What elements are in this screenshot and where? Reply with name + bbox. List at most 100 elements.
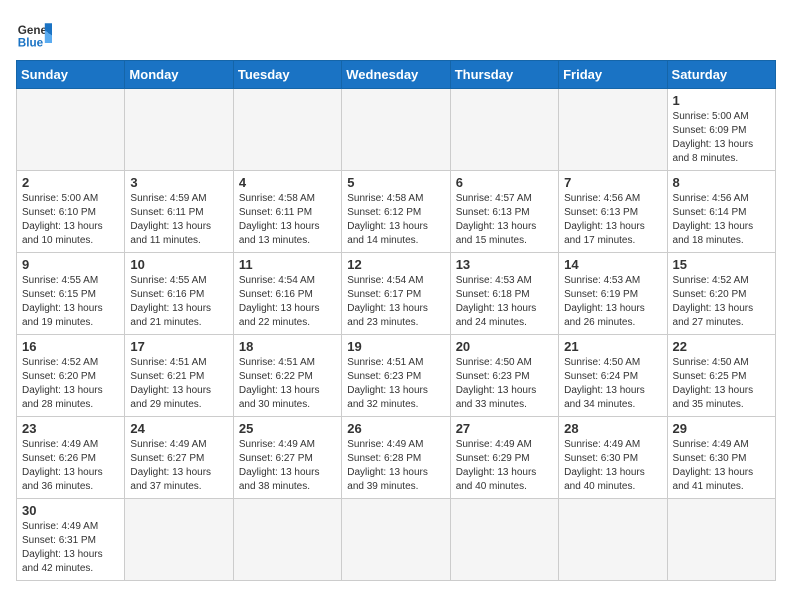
day-number: 17: [130, 339, 227, 354]
day-number: 22: [673, 339, 770, 354]
calendar-day-cell: [233, 499, 341, 581]
day-info: Sunrise: 4:49 AM Sunset: 6:27 PM Dayligh…: [239, 438, 336, 494]
calendar-day-cell: 8 Sunrise: 4:56 AM Sunset: 6:14 PM Daylig…: [667, 171, 775, 253]
day-info: Sunrise: 4:49 AM Sunset: 6:31 PM Dayligh…: [22, 520, 119, 576]
day-info: Sunrise: 4:56 AM Sunset: 6:14 PM Dayligh…: [673, 192, 770, 248]
calendar-week-row: 9Sunrise: 4:55 AM Sunset: 6:15 PM Daylig…: [17, 253, 776, 335]
calendar-day-cell: 4 Sunrise: 4:58 AM Sunset: 6:11 PM Daylig…: [233, 171, 341, 253]
calendar-day-cell: 5Sunrise: 4:58 AM Sunset: 6:12 PM Daylig…: [342, 171, 450, 253]
weekday-header-wednesday: Wednesday: [342, 61, 450, 89]
calendar-day-cell: [667, 499, 775, 581]
day-info: Sunrise: 4:49 AM Sunset: 6:29 PM Dayligh…: [456, 438, 553, 494]
calendar-day-cell: 29Sunrise: 4:49 AM Sunset: 6:30 PM Dayli…: [667, 417, 775, 499]
day-info: Sunrise: 4:57 AM Sunset: 6:13 PM Dayligh…: [456, 192, 553, 248]
day-number: 8: [673, 175, 770, 190]
calendar-day-cell: 19 Sunrise: 4:51 AM Sunset: 6:23 PM Dayli…: [342, 335, 450, 417]
day-number: 10: [130, 257, 227, 272]
day-number: 19: [347, 339, 444, 354]
day-info: Sunrise: 4:49 AM Sunset: 6:26 PM Dayligh…: [22, 438, 119, 494]
calendar-day-cell: 2 Sunrise: 5:00 AM Sunset: 6:10 PM Daylig…: [17, 171, 125, 253]
day-number: 20: [456, 339, 553, 354]
day-info: Sunrise: 4:49 AM Sunset: 6:30 PM Dayligh…: [564, 438, 661, 494]
calendar-day-cell: [342, 499, 450, 581]
day-info: Sunrise: 4:52 AM Sunset: 6:20 PM Dayligh…: [22, 356, 119, 412]
day-info: Sunrise: 4:51 AM Sunset: 6:23 PM Dayligh…: [347, 356, 444, 412]
calendar-week-row: 16 Sunrise: 4:52 AM Sunset: 6:20 PM Dayli…: [17, 335, 776, 417]
calendar-day-cell: 25 Sunrise: 4:49 AM Sunset: 6:27 PM Dayli…: [233, 417, 341, 499]
day-number: 27: [456, 421, 553, 436]
calendar-week-row: 23 Sunrise: 4:49 AM Sunset: 6:26 PM Dayli…: [17, 417, 776, 499]
day-info: Sunrise: 4:50 AM Sunset: 6:23 PM Dayligh…: [456, 356, 553, 412]
day-number: 11: [239, 257, 336, 272]
calendar-day-cell: 21Sunrise: 4:50 AM Sunset: 6:24 PM Dayli…: [559, 335, 667, 417]
day-number: 18: [239, 339, 336, 354]
calendar-day-cell: 7 Sunrise: 4:56 AM Sunset: 6:13 PM Daylig…: [559, 171, 667, 253]
day-number: 25: [239, 421, 336, 436]
day-info: Sunrise: 4:49 AM Sunset: 6:27 PM Dayligh…: [130, 438, 227, 494]
weekday-header-thursday: Thursday: [450, 61, 558, 89]
calendar-day-cell: 1 Sunrise: 5:00 AM Sunset: 6:09 PM Daylig…: [667, 89, 775, 171]
calendar-day-cell: 13Sunrise: 4:53 AM Sunset: 6:18 PM Dayli…: [450, 253, 558, 335]
day-info: Sunrise: 4:51 AM Sunset: 6:21 PM Dayligh…: [130, 356, 227, 412]
calendar-week-row: 30 Sunrise: 4:49 AM Sunset: 6:31 PM Dayli…: [17, 499, 776, 581]
calendar-day-cell: 27 Sunrise: 4:49 AM Sunset: 6:29 PM Dayli…: [450, 417, 558, 499]
day-number: 30: [22, 503, 119, 518]
day-info: Sunrise: 4:58 AM Sunset: 6:11 PM Dayligh…: [239, 192, 336, 248]
calendar-day-cell: [450, 499, 558, 581]
calendar-day-cell: 28 Sunrise: 4:49 AM Sunset: 6:30 PM Dayli…: [559, 417, 667, 499]
day-info: Sunrise: 5:00 AM Sunset: 6:10 PM Dayligh…: [22, 192, 119, 248]
day-info: Sunrise: 4:50 AM Sunset: 6:25 PM Dayligh…: [673, 356, 770, 412]
day-number: 3: [130, 175, 227, 190]
day-number: 16: [22, 339, 119, 354]
calendar-day-cell: 24 Sunrise: 4:49 AM Sunset: 6:27 PM Dayli…: [125, 417, 233, 499]
calendar-day-cell: [342, 89, 450, 171]
calendar-day-cell: 12Sunrise: 4:54 AM Sunset: 6:17 PM Dayli…: [342, 253, 450, 335]
logo-icon: General Blue: [16, 16, 52, 52]
calendar-day-cell: 6Sunrise: 4:57 AM Sunset: 6:13 PM Daylig…: [450, 171, 558, 253]
calendar-day-cell: [559, 499, 667, 581]
calendar-day-cell: [559, 89, 667, 171]
day-number: 4: [239, 175, 336, 190]
day-info: Sunrise: 4:55 AM Sunset: 6:16 PM Dayligh…: [130, 274, 227, 330]
day-number: 24: [130, 421, 227, 436]
logo: General Blue: [16, 16, 52, 52]
calendar-day-cell: [233, 89, 341, 171]
calendar-day-cell: [125, 499, 233, 581]
weekday-header-monday: Monday: [125, 61, 233, 89]
svg-text:Blue: Blue: [18, 37, 44, 50]
day-info: Sunrise: 4:54 AM Sunset: 6:16 PM Dayligh…: [239, 274, 336, 330]
day-number: 21: [564, 339, 661, 354]
day-number: 1: [673, 93, 770, 108]
day-number: 7: [564, 175, 661, 190]
day-info: Sunrise: 4:55 AM Sunset: 6:15 PM Dayligh…: [22, 274, 119, 330]
day-info: Sunrise: 4:59 AM Sunset: 6:11 PM Dayligh…: [130, 192, 227, 248]
weekday-header-tuesday: Tuesday: [233, 61, 341, 89]
calendar-day-cell: [125, 89, 233, 171]
calendar-day-cell: 26Sunrise: 4:49 AM Sunset: 6:28 PM Dayli…: [342, 417, 450, 499]
day-number: 28: [564, 421, 661, 436]
calendar-day-cell: [17, 89, 125, 171]
calendar-table: SundayMondayTuesdayWednesdayThursdayFrid…: [16, 60, 776, 581]
calendar-day-cell: [450, 89, 558, 171]
calendar-day-cell: 16 Sunrise: 4:52 AM Sunset: 6:20 PM Dayli…: [17, 335, 125, 417]
day-number: 29: [673, 421, 770, 436]
calendar-day-cell: 10 Sunrise: 4:55 AM Sunset: 6:16 PM Dayli…: [125, 253, 233, 335]
calendar-day-cell: 22 Sunrise: 4:50 AM Sunset: 6:25 PM Dayli…: [667, 335, 775, 417]
day-info: Sunrise: 4:49 AM Sunset: 6:28 PM Dayligh…: [347, 438, 444, 494]
day-info: Sunrise: 4:51 AM Sunset: 6:22 PM Dayligh…: [239, 356, 336, 412]
day-number: 15: [673, 257, 770, 272]
day-number: 14: [564, 257, 661, 272]
calendar-day-cell: 14 Sunrise: 4:53 AM Sunset: 6:19 PM Dayli…: [559, 253, 667, 335]
calendar-day-cell: 23 Sunrise: 4:49 AM Sunset: 6:26 PM Dayli…: [17, 417, 125, 499]
calendar-header-row: SundayMondayTuesdayWednesdayThursdayFrid…: [17, 61, 776, 89]
day-number: 13: [456, 257, 553, 272]
day-number: 23: [22, 421, 119, 436]
day-number: 2: [22, 175, 119, 190]
day-info: Sunrise: 4:56 AM Sunset: 6:13 PM Dayligh…: [564, 192, 661, 248]
day-info: Sunrise: 5:00 AM Sunset: 6:09 PM Dayligh…: [673, 110, 770, 166]
calendar-week-row: 2 Sunrise: 5:00 AM Sunset: 6:10 PM Daylig…: [17, 171, 776, 253]
calendar-day-cell: 11 Sunrise: 4:54 AM Sunset: 6:16 PM Dayli…: [233, 253, 341, 335]
day-info: Sunrise: 4:53 AM Sunset: 6:19 PM Dayligh…: [564, 274, 661, 330]
day-info: Sunrise: 4:54 AM Sunset: 6:17 PM Dayligh…: [347, 274, 444, 330]
calendar-day-cell: 20 Sunrise: 4:50 AM Sunset: 6:23 PM Dayli…: [450, 335, 558, 417]
